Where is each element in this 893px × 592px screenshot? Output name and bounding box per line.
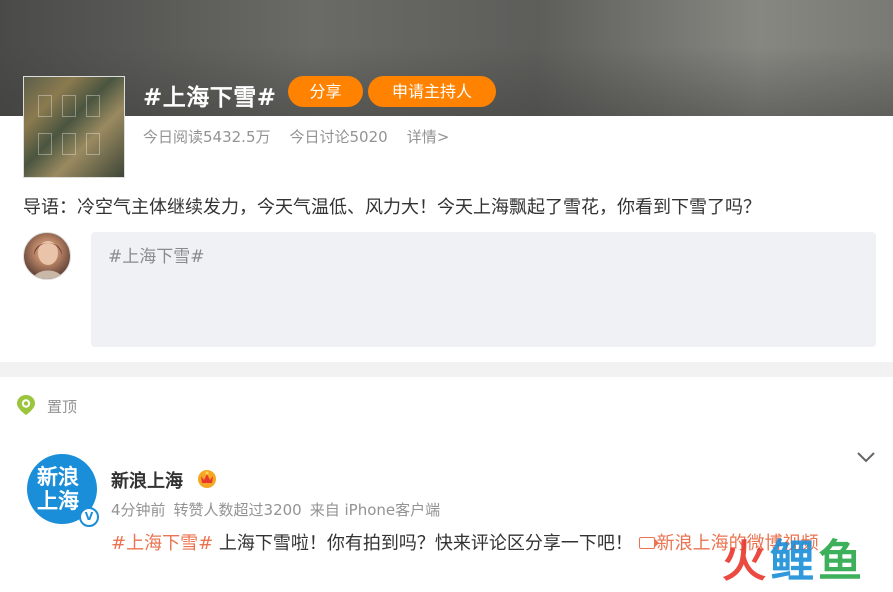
avatar-text-line2: 上海 (37, 489, 79, 513)
post-hashtag[interactable]: #上海下雪# (111, 533, 213, 554)
repost-note: 转赞人数超过3200 (173, 501, 302, 519)
user-avatar[interactable] (23, 232, 71, 280)
discussion-count: 今日讨论5020 (289, 128, 388, 146)
post-time[interactable]: 4分钟前 (111, 499, 166, 520)
watermark-char-2: 鲤 (770, 536, 814, 587)
share-button[interactable]: 分享 (288, 76, 363, 107)
post-meta: 4分钟前 转赞人数超过3200 来自 iPhone客户端 (111, 499, 440, 520)
read-count: 今日阅读5432.5万 (143, 128, 271, 146)
topic-title: #上海下雪# (143, 85, 277, 111)
post-source[interactable]: 来自 iPhone客户端 (310, 499, 440, 520)
pin-icon (14, 393, 38, 417)
watermark-char-3: 鱼 (818, 536, 862, 587)
avatar-text-line1: 新浪 (37, 465, 79, 489)
post-body-text: 上海下雪啦！你有拍到吗？快来评论区分享一下吧！ (213, 533, 639, 554)
watermark-char-1: 火 (722, 536, 766, 587)
section-divider (0, 362, 893, 377)
topic-stats: 今日阅读5432.5万 今日讨论5020 详情> (143, 126, 449, 147)
crown-icon (196, 467, 218, 489)
chevron-down-icon[interactable] (855, 449, 877, 465)
author-name[interactable]: 新浪上海 (111, 467, 183, 493)
pinned-label: 置顶 (47, 398, 78, 416)
details-link[interactable]: 详情> (407, 126, 450, 147)
video-icon (638, 537, 659, 549)
apply-host-button[interactable]: 申请主持人 (368, 76, 496, 107)
topic-cover-image (23, 76, 125, 178)
topic-intro: 导语：冷空气主体继续发力，今天气温低、风力大！今天上海飘起了雪花，你看到下雪了吗… (23, 197, 761, 218)
compose-input[interactable]: #上海下雪# (91, 232, 876, 347)
verified-icon: V (79, 507, 99, 527)
watermark-logo: 火 鲤 鱼 (722, 536, 872, 590)
